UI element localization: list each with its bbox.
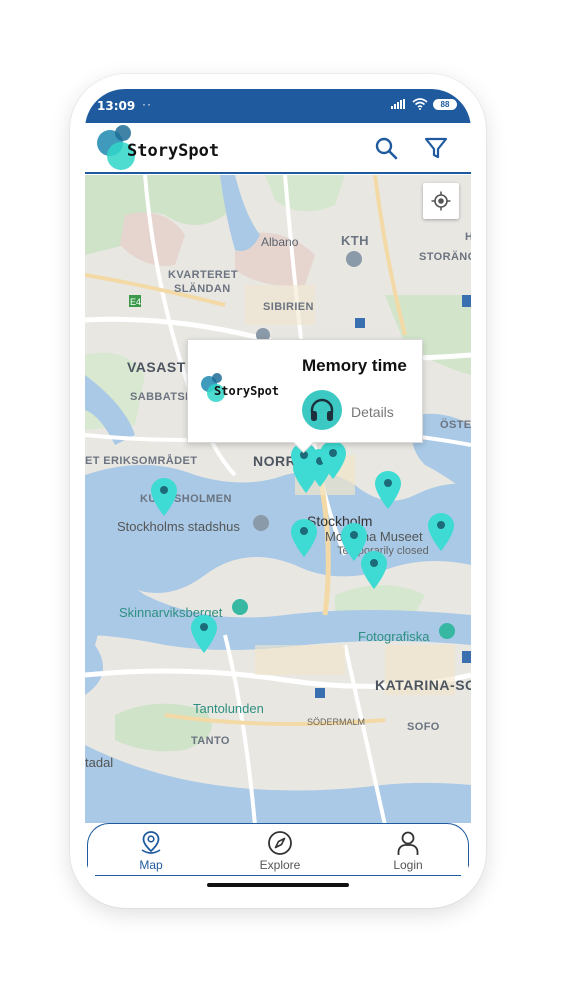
filter-button[interactable]	[423, 135, 449, 161]
signal-icon	[391, 99, 405, 109]
popup-logo-text: StorySpot	[214, 384, 280, 398]
story-pin[interactable]	[375, 471, 401, 509]
map-label-sofo: SOFO	[407, 721, 440, 733]
map-label-storang: STORÄNG	[419, 251, 471, 263]
nav-label-explore: Explore	[259, 858, 301, 872]
story-pin[interactable]	[291, 519, 317, 557]
map-label-oster: ÖSTER	[440, 419, 471, 431]
headphones-icon	[310, 398, 334, 421]
nav-label-map: Map	[139, 858, 163, 872]
status-icons: 88	[391, 98, 457, 110]
map-label-vasastan: VASAST	[127, 359, 186, 375]
map-label-norrmalm: NORR	[253, 453, 297, 469]
wifi-icon	[412, 98, 428, 110]
search-icon	[375, 137, 398, 160]
details-link[interactable]: Details	[351, 404, 394, 420]
locate-me-button[interactable]	[423, 183, 459, 219]
status-time: 13:09	[97, 99, 136, 113]
map-view[interactable]: Albano KTH STORÄNG KVARTERET SLÄNDAN E4 …	[85, 175, 471, 825]
map-label-sodermalm: SÖDERMALM	[307, 717, 366, 727]
compass-icon	[268, 831, 292, 855]
story-pin[interactable]	[428, 513, 454, 551]
map-label-sabbatsberg: SABBATSE	[130, 391, 193, 403]
app-logo[interactable]: StorySpot	[97, 123, 237, 173]
nav-bar: Map Explore Login	[87, 823, 469, 879]
map-label-slandan: SLÄNDAN	[174, 283, 231, 295]
story-pin[interactable]	[191, 615, 217, 653]
map-label-tadal: tadal	[85, 755, 114, 770]
status-bar: 13:09 ·· 88	[85, 89, 471, 123]
story-pin[interactable]	[320, 441, 346, 479]
user-icon	[397, 831, 419, 855]
map-label-tanto: TANTO	[191, 735, 230, 747]
home-indicator[interactable]	[207, 883, 349, 887]
map-label-kth: KTH	[341, 233, 369, 248]
map-label-sibirien: SIBIRIEN	[263, 301, 314, 313]
play-audio-button[interactable]	[302, 390, 342, 430]
filter-icon	[424, 137, 448, 159]
battery-icon: 88	[433, 98, 457, 110]
search-button[interactable]	[373, 135, 399, 161]
story-pin[interactable]	[361, 551, 387, 589]
nav-label-login: Login	[393, 858, 423, 872]
app-name: StorySpot	[127, 141, 220, 161]
nav-item-map[interactable]: Map	[111, 830, 191, 872]
map-label-katarina: KATARINA-SO	[375, 677, 471, 693]
nav-item-login[interactable]: Login	[368, 830, 448, 872]
popup-logo: StorySpot	[200, 372, 290, 412]
map-label-tantolunden: Tantolunden	[193, 701, 264, 716]
map-label-fotografiska: Fotografiska	[358, 629, 430, 644]
story-popup[interactable]: StorySpot Memory time Details	[187, 339, 423, 443]
nav-item-explore[interactable]: Explore	[240, 830, 320, 872]
story-pin[interactable]	[151, 478, 177, 516]
nav-divider	[95, 875, 461, 877]
status-notification-dots: ··	[142, 97, 152, 111]
map-label-e4: E4	[130, 297, 142, 307]
map-label-moderna-museet: Moderna Museet	[325, 529, 423, 544]
app-screen: 13:09 ·· 88 StorySpot Albano KTH STORÄNG…	[85, 89, 471, 893]
map-pin-icon	[141, 831, 161, 854]
bottom-navigation: Map Explore Login	[85, 823, 471, 893]
popup-title: Memory time	[302, 356, 407, 375]
crosshair-icon	[431, 191, 451, 211]
map-label-stadshus: Stockholms stadshus	[117, 519, 240, 534]
map-label-eriksomradet: ET ERIKSOMRÅDET	[85, 455, 198, 467]
map-label-kvarteret: KVARTERET	[168, 269, 239, 281]
map-label-albano: Albano	[261, 235, 299, 249]
app-header: StorySpot	[85, 123, 471, 174]
map-label-h: H	[465, 231, 471, 243]
